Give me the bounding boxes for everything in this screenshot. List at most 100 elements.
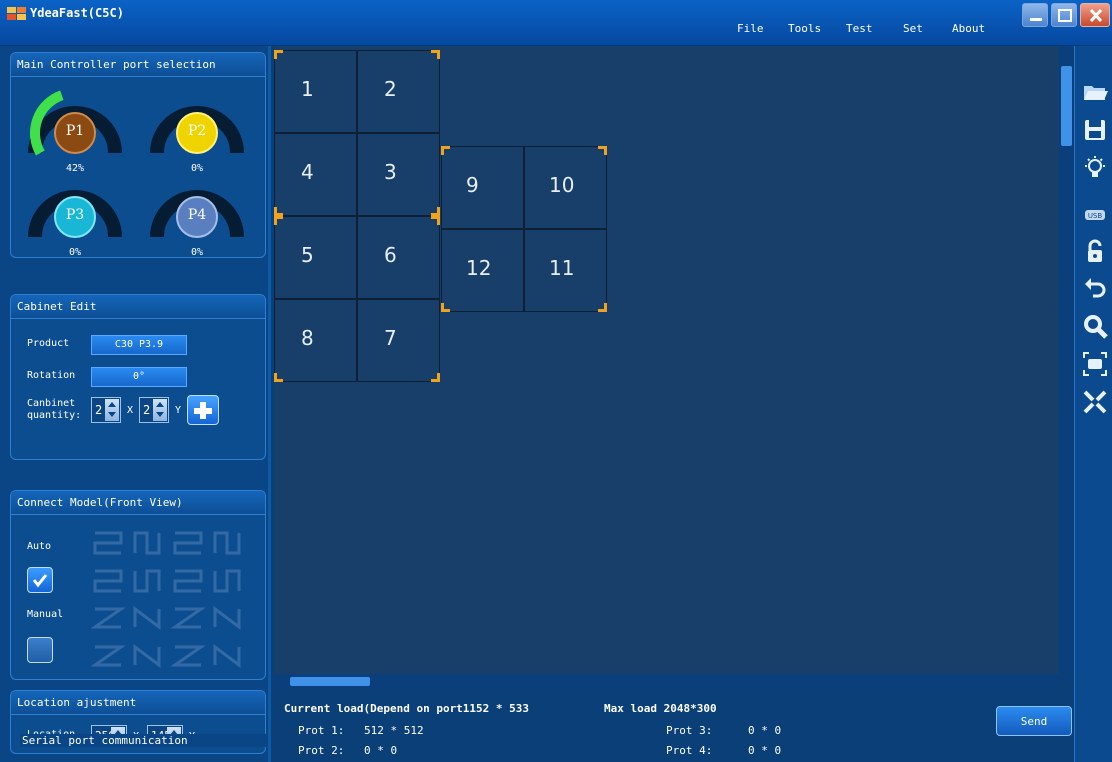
save-icon[interactable] (1081, 116, 1109, 144)
port-selection-section: Main Controller port selection P1 42% P2… (10, 52, 266, 258)
horizontal-scrollbar-thumb[interactable] (290, 677, 370, 686)
selection-corner-marker (274, 373, 283, 382)
send-button[interactable]: Send (996, 706, 1072, 736)
cabinet-cell[interactable]: 3 (357, 133, 440, 216)
folder-open-icon[interactable] (1081, 78, 1109, 106)
selection-corner-marker (431, 50, 440, 59)
prot3-value: 0 * 0 (748, 724, 782, 737)
plus-icon (194, 402, 212, 419)
gauge-p4-label: P4 (187, 207, 207, 223)
maximize-button[interactable] (1051, 3, 1077, 27)
selection-corner-marker (274, 207, 283, 216)
minimize-button[interactable] (1022, 3, 1048, 27)
manual-checkbox[interactable] (27, 637, 53, 663)
lightbulb-icon[interactable] (1081, 154, 1109, 182)
rotation-field[interactable]: 0° (91, 367, 187, 387)
fullscreen-icon[interactable] (1081, 388, 1109, 416)
cabinet-cell-number: 8 (301, 326, 314, 350)
selection-corner-marker (274, 216, 283, 225)
prot2-label: Prot 2: (298, 744, 345, 757)
cabinet-cell-number: 11 (549, 256, 575, 280)
title-bar: YdeaFast(C5C) File Tools Test Set About (0, 0, 1112, 46)
layout-canvas[interactable]: 1 2 4 3 5 6 8 7 9 10 12 11 (274, 46, 1059, 682)
cabinet-cell-number: 9 (466, 173, 479, 197)
status-area: Current load(Depend on port1152 * 533 Ma… (274, 690, 1074, 762)
minimize-icon (1030, 18, 1042, 21)
checkmark-icon (32, 574, 48, 588)
selection-corner-marker (441, 303, 450, 312)
app-logo-icon (7, 7, 26, 20)
gauge-p3-percent: 0% (68, 247, 82, 258)
prot2-value: 0 * 0 (364, 744, 398, 757)
undo-icon[interactable] (1081, 274, 1109, 302)
gauge-p3[interactable]: P3 0% (25, 167, 125, 258)
cabinet-edit-title: Cabinet Edit (11, 295, 265, 319)
quantity-y-arrows-icon[interactable] (153, 399, 167, 421)
gauge-p4[interactable]: P4 0% (147, 167, 247, 258)
menu-tools[interactable]: Tools (788, 22, 821, 35)
vertical-scrollbar[interactable] (1059, 46, 1074, 682)
cabinet-cell[interactable]: 9 (441, 146, 524, 229)
quantity-y-stepper[interactable]: 2 (139, 397, 169, 423)
gauge-p3-label: P3 (65, 207, 85, 223)
cabinet-cell-number: 3 (384, 160, 397, 184)
left-panel: Main Controller port selection P1 42% P2… (0, 46, 271, 762)
cabinet-cell[interactable]: 5 (274, 216, 357, 299)
manual-label: Manual (27, 609, 64, 620)
close-icon (1089, 8, 1103, 23)
cabinet-cell[interactable]: 12 (441, 229, 524, 312)
cabinet-cell-number: 7 (384, 326, 397, 350)
connect-model-title: Connect Model(Front View) (11, 491, 265, 515)
add-cabinet-button[interactable] (187, 395, 219, 425)
gauge-p1[interactable]: P1 42% (25, 83, 125, 174)
prot4-label: Prot 4: (666, 744, 713, 757)
cabinet-cell[interactable]: 6 (357, 216, 440, 299)
location-title: Location ajustment (11, 691, 265, 715)
quantity-y-value: 2 (143, 403, 151, 417)
prot1-label: Prot 1: (298, 724, 345, 737)
prot1-value: 512 * 512 (364, 724, 424, 737)
usb-icon[interactable]: USB (1081, 202, 1109, 230)
quantity-x-stepper[interactable]: 2 (91, 397, 121, 423)
product-label: Product (27, 338, 70, 349)
app-title: YdeaFast(C5C) (30, 6, 124, 20)
selection-corner-marker (431, 216, 440, 225)
cabinet-cell-number: 12 (466, 256, 492, 280)
serial-port-communication-link[interactable]: Serial port communication (20, 734, 266, 747)
menu-file[interactable]: File (737, 22, 764, 35)
port-selection-title: Main Controller port selection (11, 53, 265, 77)
fit-screen-icon[interactable] (1081, 350, 1109, 378)
current-load-text: Current load(Depend on port1152 * 533 (284, 702, 530, 715)
svg-text:USB: USB (1088, 212, 1103, 220)
menu-set[interactable]: Set (903, 22, 923, 35)
cabinet-cell[interactable]: 7 (357, 299, 440, 382)
cabinet-cell[interactable]: 10 (524, 146, 607, 229)
prot4-value: 0 * 0 (748, 744, 782, 757)
cabinet-cell[interactable]: 4 (274, 133, 357, 216)
prot3-label: Prot 3: (666, 724, 713, 737)
product-field[interactable]: C30 P3.9 (91, 335, 187, 355)
cabinet-cell[interactable]: 1 (274, 50, 357, 133)
cabinet-cell-number: 1 (301, 77, 314, 101)
menu-about[interactable]: About (952, 22, 985, 35)
maximize-icon (1058, 9, 1072, 22)
quantity-x-value: 2 (95, 403, 103, 417)
cabinet-cell-number: 10 (549, 173, 575, 197)
search-icon[interactable] (1081, 312, 1109, 340)
lock-icon[interactable] (1081, 238, 1109, 266)
menu-test[interactable]: Test (846, 22, 873, 35)
close-button[interactable] (1080, 3, 1110, 27)
selection-corner-marker (598, 146, 607, 155)
vertical-scrollbar-thumb[interactable] (1061, 66, 1072, 146)
horizontal-scrollbar[interactable] (274, 674, 1059, 689)
selection-corner-marker (598, 303, 607, 312)
quantity-x-arrows-icon[interactable] (105, 399, 119, 421)
cabinet-cell[interactable]: 8 (274, 299, 357, 382)
auto-checkbox[interactable] (27, 567, 53, 593)
gauge-p2[interactable]: P2 0% (147, 83, 247, 174)
cabinet-cell-number: 6 (384, 243, 397, 267)
cabinet-cell[interactable]: 11 (524, 229, 607, 312)
selection-corner-marker (431, 207, 440, 216)
connect-patterns-icon[interactable] (91, 527, 251, 675)
cabinet-cell[interactable]: 2 (357, 50, 440, 133)
